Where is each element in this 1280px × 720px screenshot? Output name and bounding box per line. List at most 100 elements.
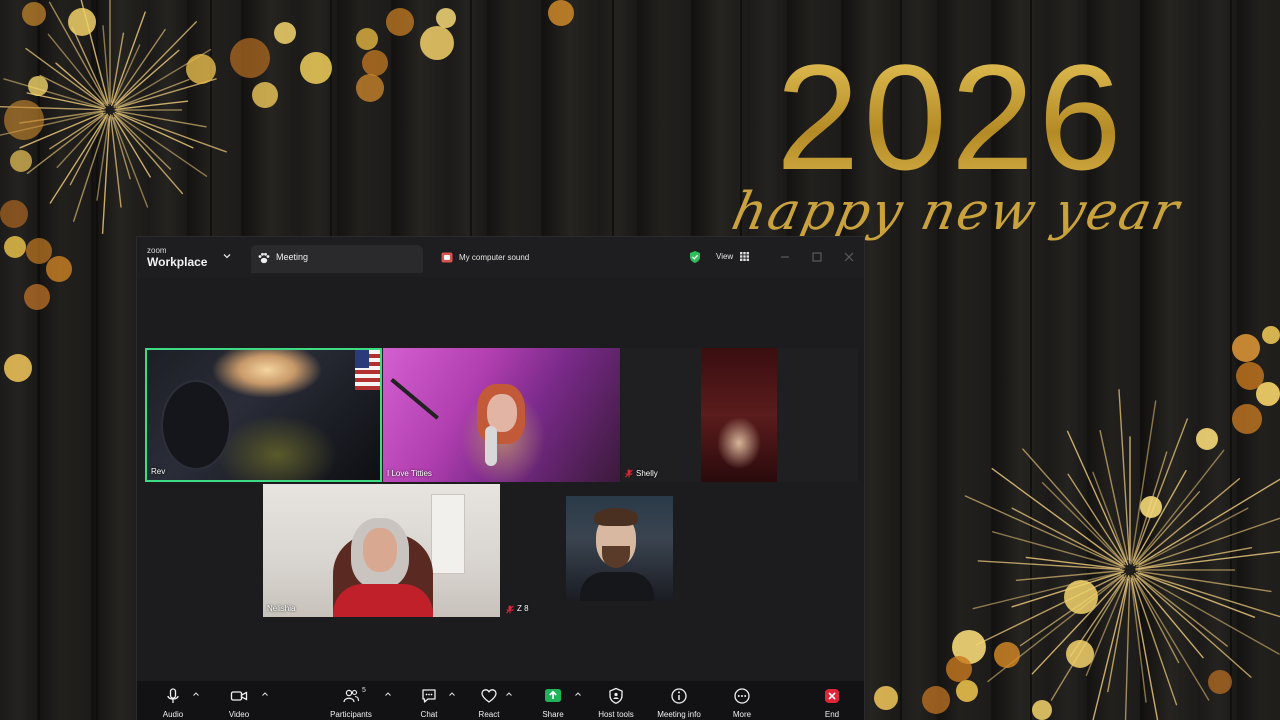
- firework-ray: [102, 25, 111, 102]
- end-meeting-button[interactable]: End: [814, 683, 850, 719]
- shirt-shape: [580, 572, 654, 601]
- chevron-up-icon[interactable]: [574, 690, 582, 698]
- bokeh-light: [386, 8, 414, 36]
- bokeh-light: [28, 76, 48, 96]
- meeting-info-button[interactable]: Meeting info: [649, 683, 709, 719]
- participant-tile-shelly[interactable]: Shelly: [621, 348, 858, 482]
- bokeh-light: [1066, 640, 1094, 668]
- meeting-info-label: Meeting info: [657, 710, 701, 719]
- bokeh-light: [4, 100, 44, 140]
- bokeh-light: [24, 284, 50, 310]
- bokeh-light: [1232, 334, 1260, 362]
- more-options-icon: [734, 688, 750, 704]
- zoom-workplace-logo[interactable]: zoom Workplace: [147, 246, 207, 270]
- microphone-muted-icon: [506, 605, 514, 614]
- chevron-up-icon[interactable]: [384, 690, 392, 698]
- bokeh-light: [1262, 326, 1280, 344]
- participant-name: Z 8: [517, 604, 529, 613]
- shared-audio-label: My computer sound: [459, 253, 530, 262]
- chevron-up-icon[interactable]: [192, 690, 200, 698]
- bokeh-light: [362, 50, 388, 76]
- participant-tile-z8[interactable]: Z 8: [502, 484, 739, 617]
- microphone-icon: [167, 688, 179, 703]
- participant-tile-nelishia[interactable]: Nelishia: [263, 484, 500, 617]
- share-label: Share: [542, 710, 564, 719]
- audio-label: Audio: [162, 710, 184, 719]
- firework-ray: [1041, 481, 1124, 564]
- participants-label: Participants: [330, 710, 372, 719]
- participant-tile-rev[interactable]: Rev: [145, 348, 382, 482]
- participants-count-badge: 5: [362, 687, 366, 694]
- participant-name: Shelly: [636, 469, 658, 478]
- bokeh-light: [1032, 700, 1052, 720]
- firework-ray: [1135, 574, 1252, 678]
- firework-ray: [110, 32, 125, 103]
- firework-ray: [1022, 448, 1126, 566]
- bokeh-light: [356, 74, 384, 102]
- tab-meeting[interactable]: Meeting: [251, 245, 423, 273]
- bokeh-light: [252, 82, 278, 108]
- firework-ray: [1066, 430, 1129, 566]
- firework-ray: [117, 112, 227, 153]
- heart-icon: [481, 689, 497, 703]
- bokeh-light: [274, 22, 296, 44]
- microphone: [485, 426, 497, 466]
- bokeh-light: [68, 8, 96, 36]
- info-icon: [671, 688, 687, 704]
- face-shape: [363, 528, 397, 572]
- bokeh-light: [1232, 404, 1262, 434]
- mic-arm: [390, 378, 439, 420]
- bokeh-light: [22, 2, 46, 26]
- firework-ray: [56, 114, 107, 169]
- microphone-muted-icon: [625, 469, 633, 478]
- participant-tile-i-love-titties[interactable]: I Love Titties: [383, 348, 620, 482]
- bokeh-light: [4, 354, 32, 382]
- video-camera-icon: [230, 691, 248, 701]
- more-button[interactable]: More: [724, 683, 760, 719]
- chevron-down-icon[interactable]: [221, 250, 233, 262]
- bokeh-light: [46, 256, 72, 282]
- dark-emblem: [161, 380, 231, 470]
- bokeh-light: [10, 150, 32, 172]
- view-label: View: [716, 252, 734, 261]
- brand-wordmark: zoom: [147, 246, 167, 255]
- bokeh-light: [956, 680, 978, 702]
- bokeh-light: [548, 0, 574, 26]
- bokeh-light: [994, 642, 1020, 668]
- chevron-up-icon[interactable]: [505, 690, 513, 698]
- participants-button[interactable]: Participants: [321, 683, 381, 719]
- bokeh-light: [1208, 670, 1232, 694]
- participant-name: Nelishia: [267, 604, 296, 613]
- firework-ray: [1133, 575, 1210, 701]
- minimize-icon[interactable]: [778, 250, 792, 264]
- more-label: More: [732, 710, 752, 719]
- host-tools-button[interactable]: Host tools: [591, 683, 641, 719]
- video-button[interactable]: Video: [221, 683, 257, 719]
- firework-ray: [115, 113, 208, 177]
- shared-audio-indicator[interactable]: My computer sound: [441, 251, 591, 267]
- bokeh-light: [874, 686, 898, 710]
- share-button[interactable]: Share: [535, 683, 571, 719]
- video-label: Video: [228, 710, 250, 719]
- chat-button[interactable]: Chat: [411, 683, 447, 719]
- shield-check-icon[interactable]: [688, 250, 702, 264]
- chevron-up-icon[interactable]: [261, 690, 269, 698]
- participant-name: Rev: [151, 467, 166, 476]
- react-button[interactable]: React: [471, 683, 507, 719]
- shirt-shape: [333, 584, 433, 617]
- share-screen-icon: [545, 689, 561, 702]
- bokeh-light: [300, 52, 332, 84]
- firework-ray: [1092, 471, 1128, 563]
- chat-label: Chat: [420, 710, 438, 719]
- firework-ray: [1130, 400, 1157, 565]
- tab-meeting-label: Meeting: [276, 252, 309, 262]
- maximize-icon[interactable]: [810, 250, 824, 264]
- close-icon[interactable]: [842, 250, 856, 264]
- view-button[interactable]: View: [709, 248, 759, 266]
- audio-button[interactable]: Audio: [155, 683, 191, 719]
- paw-icon: [258, 252, 270, 264]
- firework-ray: [1132, 469, 1187, 565]
- bokeh-light: [356, 28, 378, 50]
- chevron-up-icon[interactable]: [448, 690, 456, 698]
- firework-ray: [1067, 473, 1126, 563]
